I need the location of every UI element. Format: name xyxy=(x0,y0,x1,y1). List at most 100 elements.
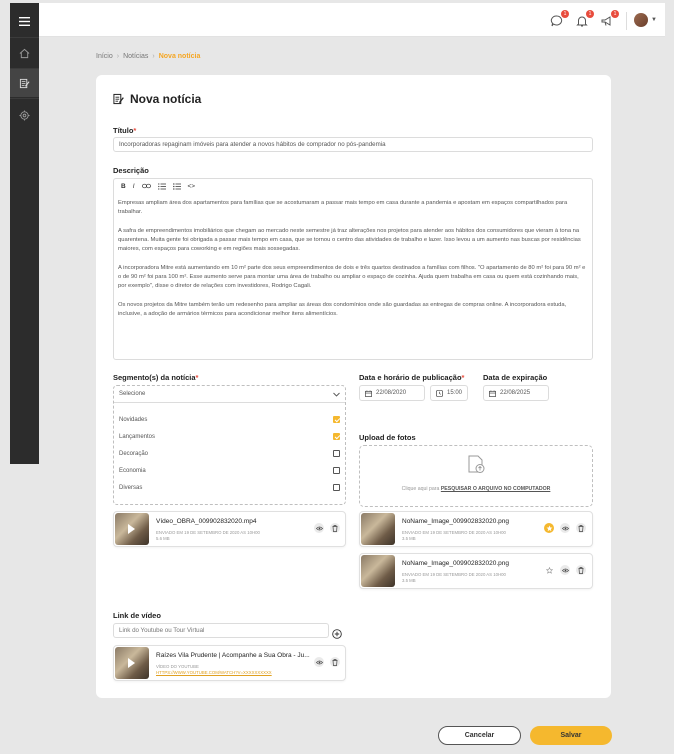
checkbox[interactable] xyxy=(333,484,340,491)
paragraph: A safra de empreendimentos imobiliários … xyxy=(118,228,581,252)
descricao-label: Descrição xyxy=(113,166,149,175)
notification-badge: 1 xyxy=(561,10,569,18)
file-name: NoName_Image_009902832020.png xyxy=(402,560,509,567)
chevron-down-icon[interactable]: ▼ xyxy=(651,17,657,23)
segmento-select-value: Selecione xyxy=(119,391,146,397)
breadcrumb: Início › Notícias › Nova notícia xyxy=(96,53,200,60)
data-publicacao-label: Data e horário de publicação* xyxy=(359,373,465,382)
chat-icon[interactable]: 1 xyxy=(550,10,569,28)
video-thumbnail[interactable] xyxy=(115,647,149,679)
eye-icon[interactable] xyxy=(314,657,324,667)
news-edit-icon xyxy=(113,93,124,105)
video-title: Raízes Vila Prudente | Acompanhe a Sua O… xyxy=(156,652,310,659)
chevron-right-icon: › xyxy=(116,53,120,60)
breadcrumb-news[interactable]: Notícias xyxy=(123,53,148,60)
eye-icon[interactable] xyxy=(560,523,570,533)
checkbox[interactable] xyxy=(333,467,340,474)
file-meta: ENVIADO EM 19 DE SETEMBRO DE 2020 AS 10H… xyxy=(402,530,506,541)
link-video-label: Link de vídeo xyxy=(113,611,161,620)
eye-icon[interactable] xyxy=(560,565,570,575)
save-button[interactable]: Salvar xyxy=(530,726,612,745)
segmento-option[interactable]: Novidades xyxy=(114,411,345,428)
checkbox-checked[interactable] xyxy=(333,433,340,440)
topbar: 1 1 1 ▼ xyxy=(39,3,665,37)
video-thumbnail[interactable] xyxy=(115,513,149,545)
ordered-list-icon[interactable] xyxy=(157,183,166,192)
bullet-list-icon[interactable] xyxy=(172,183,181,192)
video-url-link[interactable]: HTTPS://WWW.YOUTUBE.COM/WATCH?V=XXXXXXXX… xyxy=(156,670,272,676)
segmento-dropdown: Selecione Novidades Lançamentos Decoraçã… xyxy=(113,385,346,505)
photo-thumbnail[interactable] xyxy=(361,513,395,545)
breadcrumb-current: Nova notícia xyxy=(158,53,201,60)
add-circle-icon[interactable] xyxy=(332,626,342,644)
upload-label: Upload de fotos xyxy=(359,433,416,442)
checkbox-checked[interactable] xyxy=(333,416,340,423)
cancel-button[interactable]: Cancelar xyxy=(438,726,521,745)
trash-icon[interactable] xyxy=(330,523,340,533)
news-edit-icon[interactable] xyxy=(10,69,39,97)
upload-browse-link[interactable]: PESQUISAR O ARQUIVO NO COMPUTADOR xyxy=(441,486,551,492)
sidebar xyxy=(10,3,39,464)
segmento-option[interactable]: Decoração xyxy=(114,445,345,462)
play-icon xyxy=(128,524,135,534)
link-video-input[interactable]: Link do Youtube ou Tour Virtual xyxy=(113,623,329,638)
chevron-down-icon xyxy=(333,392,340,397)
video-file-card: Vídeo_OBRA_009902832020.mp4 ENVIADO EM 1… xyxy=(113,511,346,547)
page-title-text: Nova notícia xyxy=(130,92,202,106)
descricao-text[interactable]: Empresas ampliam área dos apartamentos p… xyxy=(118,199,586,329)
avatar[interactable] xyxy=(634,13,648,27)
paragraph: A incorporadora Mitre está aumentando em… xyxy=(118,265,586,289)
menu-icon[interactable] xyxy=(10,7,39,35)
hora-publicacao-input[interactable]: 15:00 xyxy=(430,385,468,401)
photo-thumbnail[interactable] xyxy=(361,555,395,587)
photo-card: NoName_Image_009902832020.png ENVIADO EM… xyxy=(359,511,593,547)
titulo-input[interactable]: Incorporadoras repaginam imóveis para at… xyxy=(113,137,593,152)
checkbox[interactable] xyxy=(333,450,340,457)
upload-hint: Clique aqui para PESQUISAR O ARQUIVO NO … xyxy=(401,486,551,492)
segmento-label: Segmento(s) da notícia* xyxy=(113,373,199,382)
form-card: Nova notícia Título* Incorporadoras repa… xyxy=(96,75,611,698)
target-icon[interactable] xyxy=(10,101,39,129)
link-icon[interactable] xyxy=(141,183,151,192)
photo-card: NoName_Image_009902832020.png ENVIADO EM… xyxy=(359,553,593,589)
file-name: Vídeo_OBRA_009902832020.mp4 xyxy=(156,518,257,525)
trash-icon[interactable] xyxy=(576,565,586,575)
paragraph: Os novos projetos da Mitre também terão … xyxy=(118,302,567,317)
video-link-card: Raízes Vila Prudente | Acompanhe a Sua O… xyxy=(113,645,346,681)
data-expiracao-input[interactable]: 22/08/2025 xyxy=(483,385,549,401)
trash-icon[interactable] xyxy=(576,523,586,533)
calendar-icon xyxy=(489,389,496,397)
file-meta: ENVIADO EM 19 DE SETEMBRO DE 2020 AS 10H… xyxy=(156,530,260,541)
trash-icon[interactable] xyxy=(330,657,340,667)
link-video-placeholder: Link do Youtube ou Tour Virtual xyxy=(119,627,205,634)
paragraph: Empresas ampliam área dos apartamentos p… xyxy=(118,200,568,215)
data-publicacao-input[interactable]: 22/08/2020 xyxy=(359,385,425,401)
notification-badge: 1 xyxy=(586,10,594,18)
titulo-label: Título* xyxy=(113,126,137,135)
segmento-option[interactable]: Lançamentos xyxy=(114,428,345,445)
editor-toolbar: B I <> xyxy=(121,183,195,192)
segmento-option[interactable]: Diversas xyxy=(114,479,345,496)
play-icon xyxy=(128,658,135,668)
code-button[interactable]: <> xyxy=(188,183,196,192)
calendar-icon xyxy=(365,389,372,397)
upload-dropzone[interactable]: Clique aqui para PESQUISAR O ARQUIVO NO … xyxy=(359,445,593,507)
home-icon[interactable] xyxy=(10,39,39,67)
bell-icon[interactable]: 1 xyxy=(575,10,594,28)
segmento-option[interactable]: Economia xyxy=(114,462,345,479)
megaphone-icon[interactable]: 1 xyxy=(600,10,619,28)
video-meta: VÍDEO DO YOUTUBE HTTPS://WWW.YOUTUBE.COM/… xyxy=(156,664,272,676)
clock-icon xyxy=(436,389,443,397)
segmento-select[interactable]: Selecione xyxy=(114,386,345,403)
italic-button[interactable]: I xyxy=(133,183,135,192)
topbar-divider xyxy=(626,12,627,30)
bold-button[interactable]: B xyxy=(121,183,126,192)
data-expiracao-label: Data de expiração xyxy=(483,373,548,382)
star-icon[interactable] xyxy=(544,565,554,575)
eye-icon[interactable] xyxy=(314,523,324,533)
descricao-editor[interactable]: B I <> Empresas ampliam área dos apartam… xyxy=(113,178,593,360)
file-meta: ENVIADO EM 19 DE SETEMBRO DE 2020 AS 10H… xyxy=(402,572,506,583)
breadcrumb-home[interactable]: Início xyxy=(96,53,113,60)
file-upload-icon xyxy=(468,455,485,473)
star-icon[interactable] xyxy=(544,523,554,533)
